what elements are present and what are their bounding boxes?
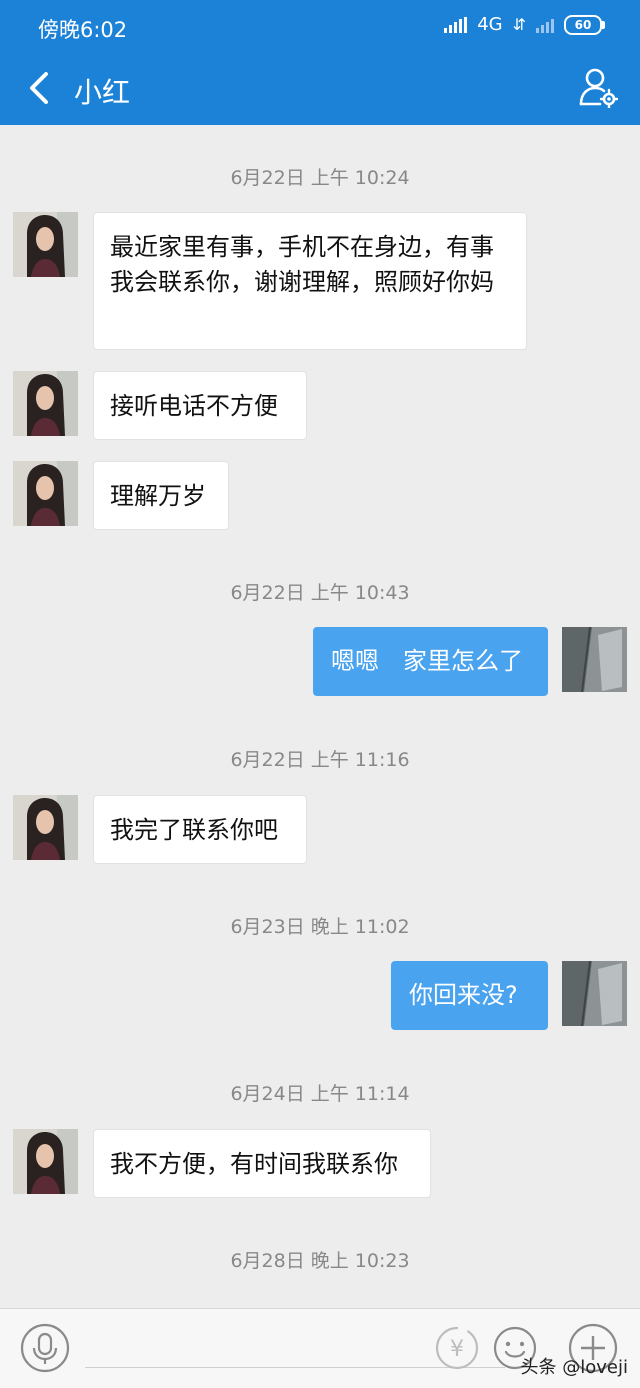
status-time: 傍晚6:02	[38, 18, 128, 42]
timestamp: 6月23日 晚上 11:02	[230, 916, 410, 938]
message-list[interactable]: 6月22日 上午 10:24 最近家里有事，手机不在身边，有事我会联系你，谢谢理…	[0, 125, 640, 1308]
network-type: 4G	[477, 14, 503, 35]
avatar[interactable]	[13, 212, 78, 277]
message-bubble-incoming[interactable]: 最近家里有事，手机不在身边，有事我会联系你，谢谢理解，照顾好你妈	[93, 212, 527, 350]
self-avatar[interactable]	[562, 961, 627, 1026]
message-bubble-incoming[interactable]: 接听电话不方便	[93, 371, 307, 440]
signal-icon	[444, 16, 468, 33]
timestamp: 6月22日 上午 10:43	[230, 582, 410, 604]
timestamp: 6月22日 上午 11:16	[230, 749, 410, 771]
timestamp: 6月22日 上午 10:24	[230, 167, 410, 189]
data-arrows-icon: ⇵	[512, 15, 526, 34]
battery-icon: 60	[564, 14, 605, 35]
message-bubble-outgoing[interactable]: 嗯嗯 家里怎么了	[313, 627, 548, 696]
status-indicators: 4G ⇵ 60	[444, 14, 605, 35]
yuan-icon[interactable]: ¥	[434, 1325, 480, 1371]
avatar[interactable]	[13, 1129, 78, 1194]
microphone-icon[interactable]	[20, 1323, 70, 1373]
avatar[interactable]	[13, 461, 78, 526]
message-bubble-incoming[interactable]: 理解万岁	[93, 461, 229, 530]
avatar[interactable]	[13, 795, 78, 860]
signal-2-icon	[536, 17, 554, 33]
avatar[interactable]	[13, 371, 78, 436]
self-avatar[interactable]	[562, 627, 627, 692]
chat-title: 小红	[74, 76, 131, 109]
timestamp: 6月28日 晚上 10:23	[230, 1250, 410, 1272]
message-bubble-incoming[interactable]: 我不方便，有时间我联系你	[93, 1129, 431, 1198]
message-bubble-outgoing[interactable]: 你回来没?	[391, 961, 548, 1030]
input-bar: ¥ 头条 @loveji	[0, 1308, 640, 1388]
user-settings-icon[interactable]	[578, 66, 618, 108]
status-bar: 傍晚6:02 4G ⇵ 60	[0, 0, 640, 52]
chevron-left-icon[interactable]	[22, 68, 58, 108]
message-bubble-incoming[interactable]: 我完了联系你吧	[93, 795, 307, 864]
svg-text:¥: ¥	[450, 1337, 464, 1362]
watermark: 头条 @loveji	[520, 1357, 628, 1378]
chat-header: 小红	[0, 52, 640, 125]
timestamp: 6月24日 上午 11:14	[230, 1083, 410, 1105]
